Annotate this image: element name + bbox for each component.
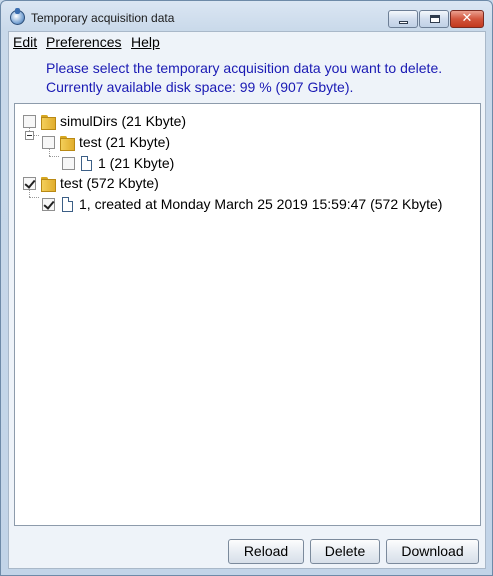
menu-preferences-label: Preferences [46, 34, 122, 50]
delete-button[interactable]: Delete [310, 539, 380, 564]
tree-item-file-1[interactable]: 1 (21 Kbyte) [15, 154, 480, 174]
menu-help[interactable]: Help [131, 34, 160, 50]
tree-item-label: simulDirs (21 Kbyte) [60, 113, 187, 129]
checkbox-test-572[interactable] [23, 177, 36, 190]
dialog-content: Edit Preferences Help Please select the … [8, 31, 486, 569]
window-title: Temporary acquisition data [31, 11, 175, 25]
file-icon [62, 197, 73, 212]
folder-icon [41, 177, 56, 192]
close-icon: ✕ [461, 11, 473, 26]
menu-bar: Edit Preferences Help [9, 32, 485, 52]
app-window: Temporary acquisition data ✕ Edit Prefer… [0, 0, 493, 576]
file-icon [81, 156, 92, 171]
menu-preferences[interactable]: Preferences [46, 34, 121, 50]
folder-icon [60, 136, 75, 151]
tree-item-label: test (21 Kbyte) [79, 134, 171, 150]
checkbox-file-1[interactable] [62, 157, 75, 170]
checkbox-simuldirs[interactable] [23, 115, 36, 128]
reload-button[interactable]: Reload [228, 539, 304, 564]
maximize-button[interactable] [419, 10, 449, 28]
data-tree[interactable]: simulDirs (21 Kbyte) test (21 Kbyte) 1 (… [14, 103, 481, 526]
tree-item-simuldirs[interactable]: simulDirs (21 Kbyte) [15, 112, 480, 132]
close-button[interactable]: ✕ [450, 10, 484, 28]
disk-space-text: Currently available disk space: 99 % (90… [46, 79, 354, 95]
menu-help-label: Help [131, 34, 160, 50]
app-icon [10, 8, 25, 25]
title-bar[interactable]: Temporary acquisition data ✕ [1, 1, 492, 31]
minimize-icon [399, 21, 408, 24]
folder-icon [41, 115, 56, 130]
menu-edit[interactable]: Edit [13, 34, 37, 50]
checkbox-test-21[interactable] [42, 136, 55, 149]
menu-edit-label: Edit [13, 34, 38, 50]
tree-item-acquisition-1[interactable]: 1, created at Monday March 25 2019 15:59… [15, 195, 480, 215]
maximize-icon [430, 15, 440, 23]
minimize-button[interactable] [388, 10, 418, 28]
tree-item-test-21[interactable]: test (21 Kbyte) [15, 133, 480, 153]
tree-item-label: test (572 Kbyte) [60, 175, 159, 191]
download-button[interactable]: Download [386, 539, 479, 564]
instruction-text: Please select the temporary acquisition … [46, 60, 443, 76]
tree-item-label: 1 (21 Kbyte) [98, 155, 175, 171]
checkbox-acquisition-1[interactable] [42, 198, 55, 211]
tree-item-label: 1, created at Monday March 25 2019 15:59… [79, 196, 443, 212]
tree-item-test-572[interactable]: test (572 Kbyte) [15, 174, 480, 194]
